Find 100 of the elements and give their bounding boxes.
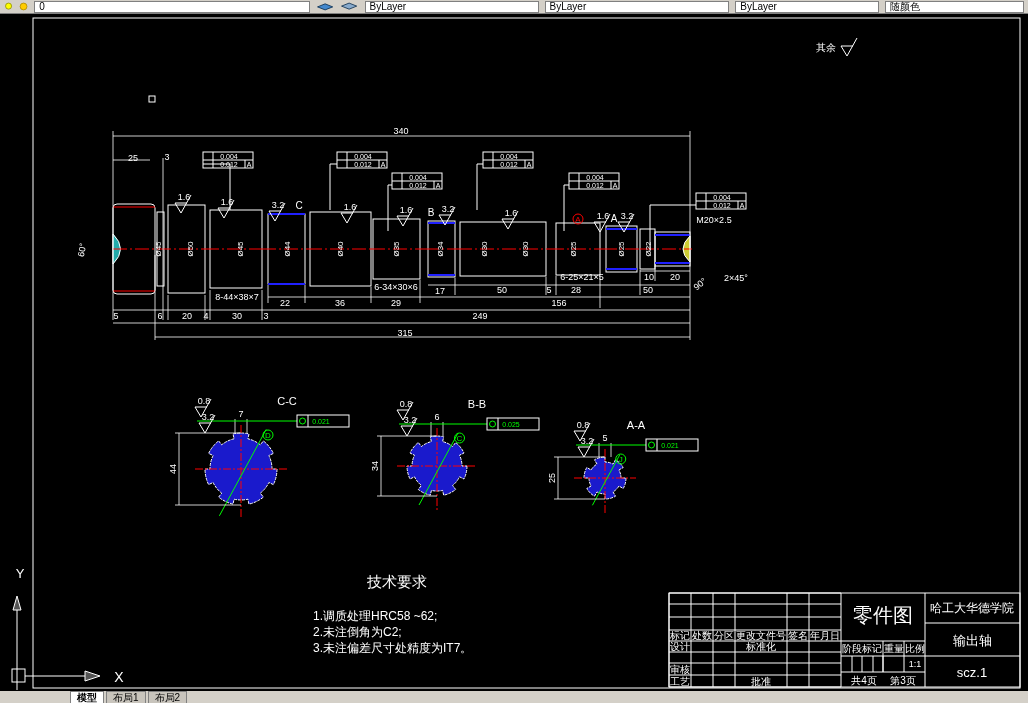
table-label: 批准: [751, 675, 771, 687]
dimension-text: 10: [644, 272, 654, 282]
layout-tab[interactable]: 模型: [70, 691, 104, 703]
roughness-symbol-icon: [501, 210, 519, 230]
drawing-type-title: 零件图: [853, 604, 913, 626]
roughness-value: 0.8: [197, 396, 211, 406]
dimension-text: 4: [203, 311, 209, 321]
table-header: 年月日: [810, 630, 840, 641]
note-line: 3.未注偏差尺寸处精度为IT7。: [313, 641, 473, 655]
part-name: 输出轴: [952, 632, 992, 648]
diameter-text: Ø22: [643, 241, 653, 257]
school-name: 哈工大华德学院: [930, 601, 1014, 615]
dimension-text: 29: [391, 298, 401, 308]
dimension-text: 25: [128, 153, 138, 163]
roughness-value: 1.6: [343, 202, 357, 212]
table-label: 工艺: [670, 675, 690, 687]
dimension-text: 36: [335, 298, 345, 308]
dimension-text: 50: [643, 285, 653, 295]
table-label: 标准化: [746, 641, 776, 652]
dimension-text: 8-44×38×7: [215, 292, 259, 302]
table-label: 审核: [670, 663, 690, 675]
point-marker-icon: [148, 95, 156, 103]
table-header: 更改文件号: [736, 630, 786, 641]
roughness-value: 1.6: [399, 205, 413, 215]
notes-title: 技术要求: [367, 572, 427, 590]
diameter-text: Ø45: [153, 241, 163, 257]
section-mark: A: [610, 212, 618, 224]
scale-value: 1:1: [908, 659, 922, 669]
roughness-symbol-icon: [396, 207, 414, 227]
dimension-text: 6: [434, 412, 440, 422]
roughness-symbol-icon: [268, 202, 286, 222]
dimension-text: 5: [602, 433, 608, 443]
sheet-count: 共4页: [851, 674, 877, 686]
diameter-text: Ø44: [282, 241, 292, 257]
dimension-text: 340: [393, 126, 409, 136]
dimension-text: 5: [113, 311, 119, 321]
roughness-symbol-icon: [438, 206, 456, 226]
roughness-symbol-icon: [396, 401, 414, 421]
note-line: 1.调质处理HRC58 ~62;: [313, 609, 438, 623]
property-dropdown[interactable]: ByLayer: [364, 0, 539, 13]
roughness-symbol-icon: [400, 417, 418, 437]
diameter-text: Ø50: [185, 241, 195, 257]
roughness-value: 0.8: [399, 399, 413, 409]
roughness-symbol-icon: [198, 414, 216, 434]
dimension-text: 28: [571, 285, 581, 295]
dimension-text: 2×45°: [724, 273, 748, 283]
table-header: 签名: [788, 630, 808, 641]
property-dropdown[interactable]: ByLayer: [735, 0, 879, 13]
axis-label: Y: [15, 565, 25, 581]
roughness-value: 1.6: [220, 197, 234, 207]
section-title: C-C: [277, 395, 297, 407]
roughness-symbol-icon: [194, 398, 212, 418]
layer-dropdown[interactable]: 0: [34, 0, 311, 13]
roughness-value: 3.2: [201, 412, 215, 422]
section-title: B-B: [467, 398, 487, 410]
roughness-symbol-icon: [340, 204, 358, 224]
layout-tab[interactable]: 布局1: [106, 691, 146, 703]
dimension-text: 34: [370, 461, 380, 471]
layout-tab[interactable]: 布局2: [147, 691, 188, 703]
sheet-number: 第3页: [890, 674, 916, 686]
dimension-text: M20×2.5: [696, 215, 732, 225]
dimension-text: 6-25×21×5: [560, 272, 604, 282]
dimension-text: 3: [263, 311, 269, 321]
layers-icon[interactable]: [340, 1, 359, 12]
roughness-symbol-icon: [593, 213, 611, 233]
dimension-text: 6-34×30×6: [374, 282, 418, 292]
roughness-symbol-icon: [174, 194, 192, 214]
property-dropdown[interactable]: ByLayer: [544, 0, 730, 13]
note-line: 2.未注倒角为C2;: [313, 625, 402, 639]
roughness-symbol-icon: [617, 213, 635, 233]
table-label: 比例: [904, 643, 925, 654]
dimension-text: 25: [547, 473, 557, 483]
dimension-text: 30: [232, 311, 242, 321]
dimension-text: 20: [182, 311, 192, 321]
drawing-code: scz.1: [956, 664, 988, 680]
dimension-text: 7: [238, 409, 244, 419]
roughness-symbol-icon: [840, 37, 858, 57]
axis-label: X: [114, 669, 124, 685]
table-label: 阶段标记: [842, 643, 882, 654]
roughness-value: 1.6: [504, 208, 518, 218]
dimension-text: 3: [164, 152, 170, 162]
layers-icon[interactable]: [316, 1, 335, 12]
dimension-text: 50: [497, 285, 507, 295]
section-mark: C: [295, 199, 303, 211]
dimension-text: 90°: [691, 275, 709, 293]
ucs-axis-icon: [11, 595, 101, 691]
property-dropdown[interactable]: 随颜色: [884, 0, 1024, 13]
section-mark: B: [427, 206, 435, 218]
roughness-value: 3.2: [271, 200, 285, 210]
roughness-value: 1.6: [177, 192, 191, 202]
roughness-value: 3.2: [441, 204, 455, 214]
diameter-text: Ø25: [568, 241, 578, 257]
diameter-text: Ø30: [520, 241, 530, 257]
dimension-text: 20: [670, 272, 680, 282]
datum-marker: J: [615, 453, 627, 465]
roughness-value: 1.6: [596, 211, 610, 221]
diameter-text: Ø35: [391, 241, 401, 257]
diameter-text: Ø45: [235, 241, 245, 257]
dimension-text: 156: [551, 298, 567, 308]
datum-marker: A: [572, 213, 584, 225]
